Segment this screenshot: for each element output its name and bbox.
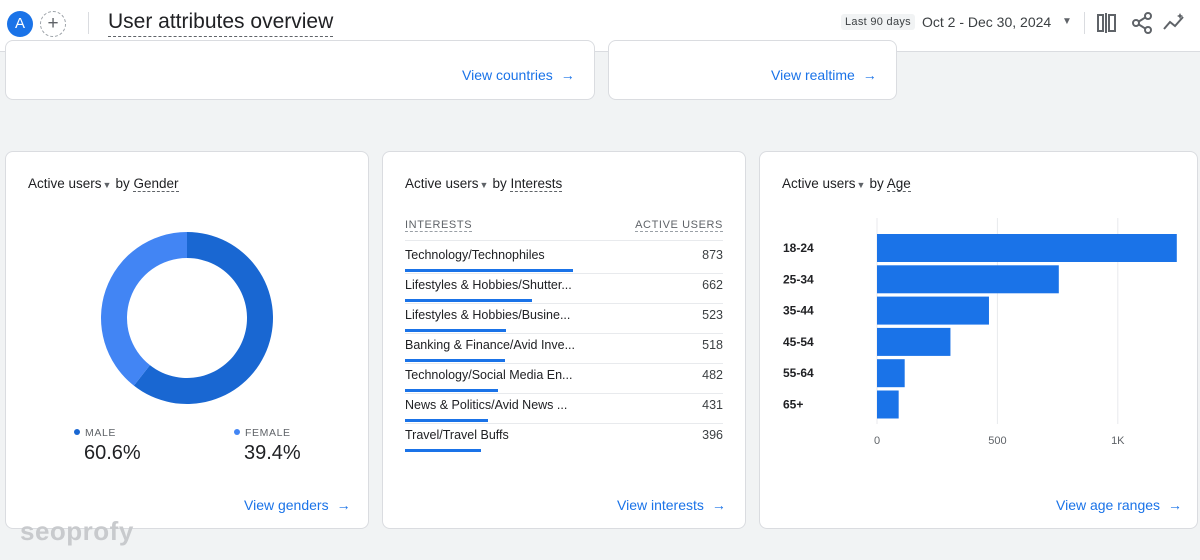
row-divider [405, 333, 723, 334]
view-countries-link[interactable]: View countries → [462, 67, 575, 83]
age-bar-chart: 0 500 1K 18-24 25-34 35-44 45-54 55-64 65+ [783, 218, 1177, 447]
age-card: Active users▼ by Age 0 500 1K 18-24 25-34 35-4… [759, 151, 1198, 529]
interest-row-value: 523 [702, 308, 723, 322]
compare-icon[interactable] [1095, 11, 1119, 35]
view-interests-label: View interests [617, 497, 704, 513]
row-divider [405, 273, 723, 274]
female-value: 39.4% [244, 442, 301, 464]
header-divider [1084, 12, 1085, 34]
by-label: by [492, 176, 507, 191]
active-users-column-header[interactable]: ACTIVE USERS [635, 219, 723, 232]
row-divider [405, 393, 723, 394]
watermark-logo: seoprofy [20, 516, 134, 546]
date-range-badge[interactable]: Last 90 days [841, 14, 915, 30]
view-genders-link[interactable]: View genders → [244, 497, 351, 513]
interest-row-value: 396 [702, 428, 723, 442]
female-dot [234, 429, 240, 435]
y-category-label: 55-64 [783, 366, 814, 380]
account-avatar[interactable]: A [7, 11, 33, 37]
legend-male-label: MALE [85, 427, 116, 439]
legend-female: FEMALE [234, 427, 291, 439]
arrow-right-icon: → [336, 497, 351, 513]
view-countries-label: View countries [462, 67, 553, 83]
gender-donut-chart [100, 232, 274, 404]
y-category-label: 45-54 [783, 335, 814, 349]
caret-down-icon[interactable]: ▼ [480, 180, 489, 190]
interests-column-header[interactable]: INTERESTS [405, 219, 473, 232]
arrow-right-icon: → [1168, 497, 1183, 513]
male-value: 60.6% [84, 442, 141, 464]
row-divider [405, 423, 723, 424]
view-age-ranges-link[interactable]: View age ranges → [1056, 497, 1182, 513]
interest-row-value: 518 [702, 338, 723, 352]
arrow-right-icon: → [560, 67, 575, 83]
interest-row-label[interactable]: Lifestyles & Hobbies/Shutter... [405, 278, 572, 292]
interest-row-value: 431 [702, 398, 723, 412]
age-bar-25-34[interactable] [877, 265, 1059, 294]
interest-row-bar [405, 329, 506, 332]
interest-row-value: 482 [702, 368, 723, 382]
interest-row-label[interactable]: Technology/Social Media En... [405, 368, 572, 382]
donut-slice-female[interactable] [100, 232, 187, 386]
view-interests-link[interactable]: View interests → [617, 497, 726, 513]
interest-row-bar [405, 419, 488, 422]
interest-row-bar [405, 269, 573, 272]
arrow-right-icon: → [862, 67, 877, 83]
chevron-down-icon[interactable]: ▼ [1062, 16, 1072, 27]
x-tick-label: 500 [988, 435, 1006, 447]
dimension-label[interactable]: Interests [510, 176, 563, 192]
share-icon[interactable] [1130, 11, 1154, 35]
interest-row-value: 662 [702, 278, 723, 292]
age-bar-18-24[interactable] [877, 234, 1177, 262]
y-category-label: 35-44 [783, 304, 814, 318]
date-range-picker[interactable]: Oct 2 - Dec 30, 2024 [922, 14, 1051, 30]
row-divider [405, 363, 723, 364]
view-realtime-link[interactable]: View realtime → [771, 67, 877, 83]
countries-card: View countries → [5, 40, 595, 100]
interest-row-label[interactable]: Technology/Technophiles [405, 248, 545, 262]
interest-row-label[interactable]: Banking & Finance/Avid Inve... [405, 338, 575, 352]
interest-row-label[interactable]: News & Politics/Avid News ... [405, 398, 567, 412]
interest-row-bar [405, 359, 505, 362]
age-bar-65+[interactable] [877, 390, 899, 419]
view-realtime-label: View realtime [771, 67, 855, 83]
interest-row-value: 873 [702, 248, 723, 262]
interest-row-bar [405, 449, 481, 452]
realtime-card: View realtime → [608, 40, 897, 100]
interests-card-title: Active users▼ by Interests [405, 176, 563, 192]
insights-icon[interactable] [1162, 11, 1186, 35]
male-dot [74, 429, 80, 435]
legend-male: MALE [74, 427, 116, 439]
interests-card: Active users▼ by Interests INTERESTS ACTI… [382, 151, 746, 529]
legend-female-label: FEMALE [245, 427, 291, 439]
interest-row-label[interactable]: Travel/Travel Buffs [405, 428, 509, 442]
interest-row-bar [405, 299, 532, 302]
age-bar-45-54[interactable] [877, 327, 951, 356]
header-divider [88, 12, 89, 34]
y-category-label: 25-34 [783, 272, 814, 286]
table-divider [405, 240, 723, 241]
row-divider [405, 303, 723, 304]
age-bar-35-44[interactable] [877, 296, 989, 325]
interest-row-bar [405, 389, 498, 392]
view-age-ranges-label: View age ranges [1056, 497, 1161, 513]
page-title[interactable]: User attributes overview [108, 9, 334, 37]
view-genders-label: View genders [244, 497, 329, 513]
gender-card: Active users▼ by Gender MALE 60.6% FEMALE… [5, 151, 369, 529]
x-tick-label: 1K [1111, 435, 1125, 447]
y-category-label: 18-24 [783, 241, 814, 255]
metric-selector[interactable]: Active users [405, 176, 479, 191]
y-category-label: 65+ [783, 398, 803, 412]
arrow-right-icon: → [711, 497, 726, 513]
add-comparison-button[interactable]: + [40, 11, 66, 37]
interest-row-label[interactable]: Lifestyles & Hobbies/Busine... [405, 308, 570, 322]
x-tick-label: 0 [874, 435, 880, 447]
age-bar-55-64[interactable] [877, 359, 905, 388]
